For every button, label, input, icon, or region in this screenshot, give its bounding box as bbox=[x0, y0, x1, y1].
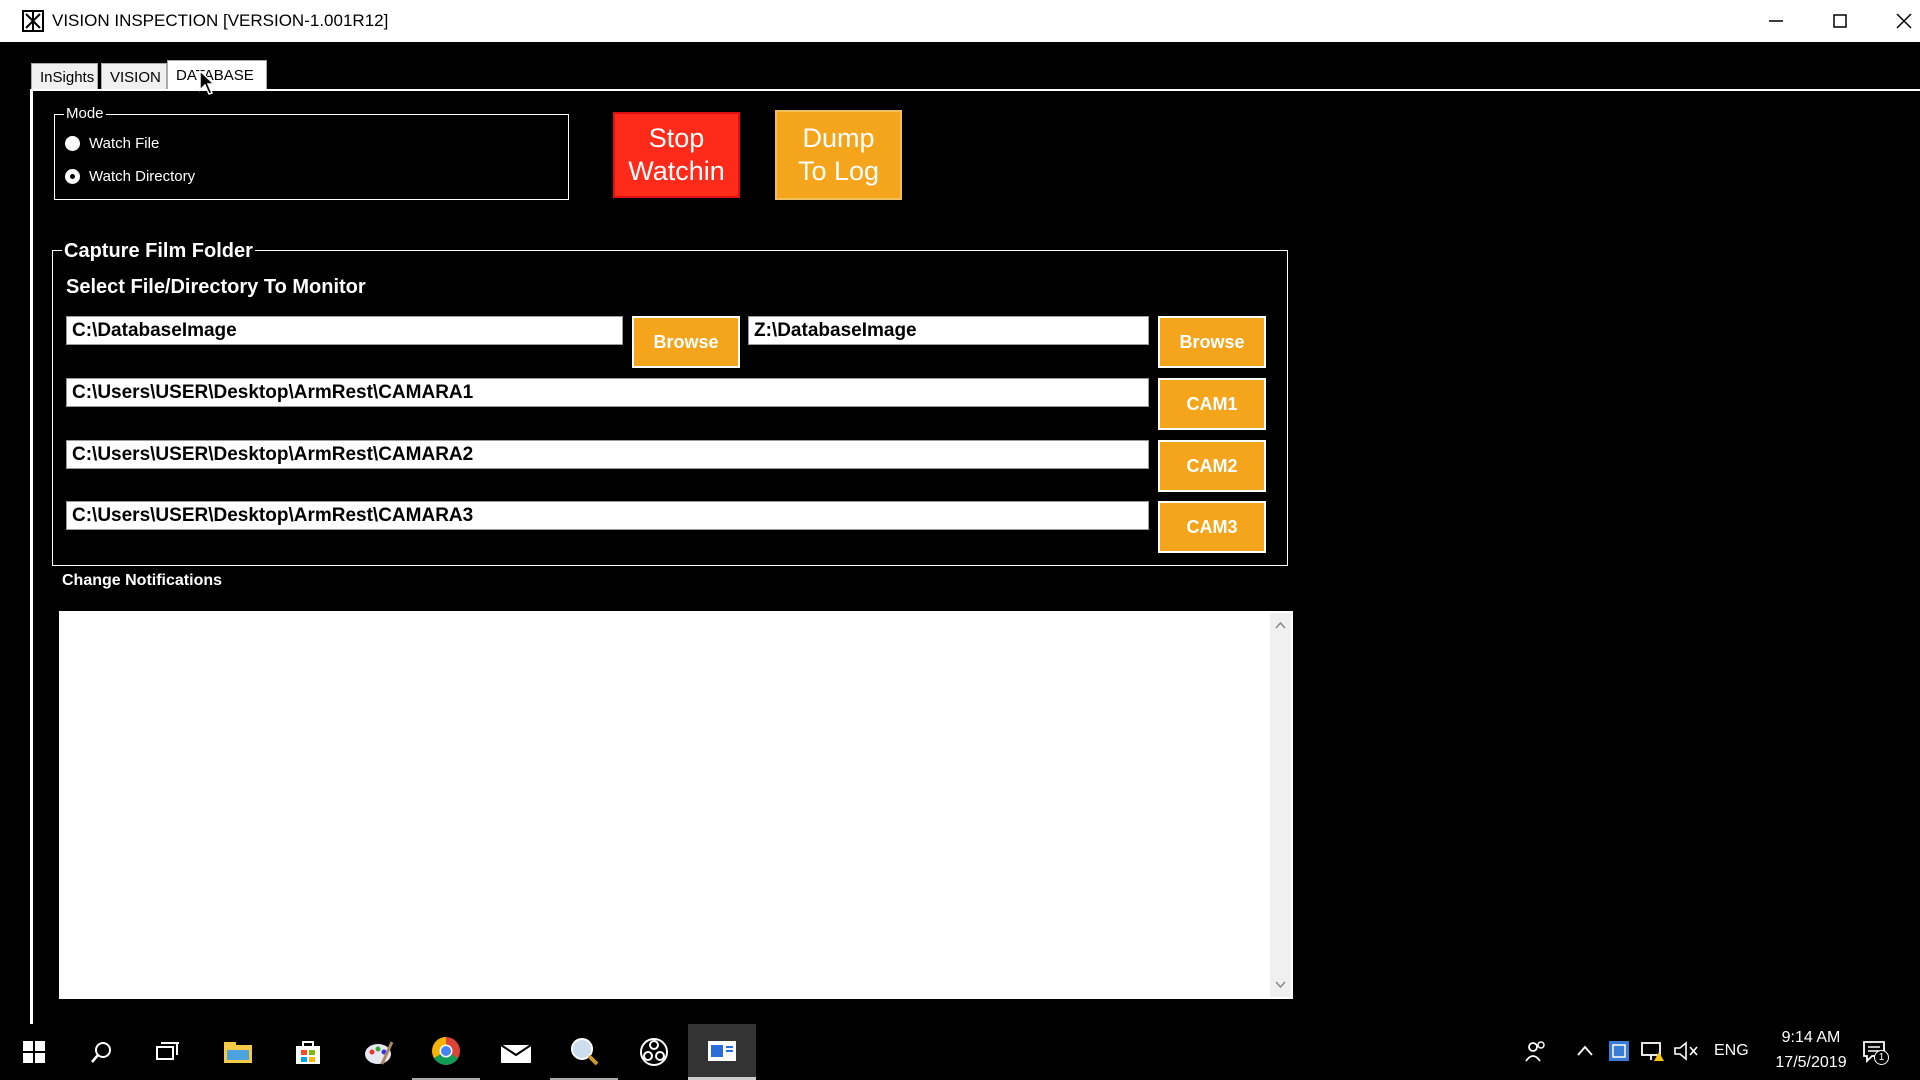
cam2-button[interactable]: CAM2 bbox=[1158, 440, 1266, 492]
cam3-button[interactable]: CAM3 bbox=[1158, 501, 1266, 553]
mouse-cursor-icon bbox=[199, 69, 216, 101]
paint-icon[interactable] bbox=[344, 1024, 412, 1080]
windows-start-icon[interactable] bbox=[0, 1024, 68, 1080]
tab-vision[interactable]: VISION bbox=[101, 63, 167, 90]
chevron-up-icon[interactable] bbox=[1576, 1044, 1594, 1063]
vision-app-icon[interactable] bbox=[688, 1024, 756, 1080]
notification-count-badge: 1 bbox=[1874, 1050, 1889, 1065]
network-warning-icon[interactable] bbox=[1640, 1040, 1664, 1067]
clock-time[interactable]: 9:14 AM bbox=[1768, 1029, 1854, 1047]
watch-file-radio[interactable] bbox=[65, 136, 80, 151]
maximize-button[interactable] bbox=[1808, 0, 1872, 42]
watch-file-label: Watch File bbox=[89, 135, 160, 152]
mail-icon[interactable] bbox=[482, 1024, 550, 1080]
local-path-field[interactable]: C:\DatabaseImage bbox=[66, 316, 623, 345]
tab-database[interactable]: DATABASE bbox=[167, 60, 267, 90]
browse-local-button[interactable]: Browse bbox=[632, 316, 740, 368]
cam1-path-field[interactable]: C:\Users\USER\Desktop\ArmRest\CAMARA1 bbox=[66, 378, 1149, 407]
store-icon[interactable] bbox=[274, 1024, 342, 1080]
cam1-button[interactable]: CAM1 bbox=[1158, 378, 1266, 430]
cam3-path-field[interactable]: C:\Users\USER\Desktop\ArmRest\CAMARA3 bbox=[66, 501, 1149, 530]
people-icon[interactable] bbox=[1524, 1040, 1546, 1067]
app-icon bbox=[22, 10, 44, 32]
title-bar: VISION INSPECTION [VERSION-1.001R12] bbox=[0, 0, 1920, 42]
clock-date[interactable]: 17/5/2019 bbox=[1763, 1054, 1859, 1072]
network-adapter-icon[interactable] bbox=[1608, 1040, 1630, 1067]
task-view-icon[interactable] bbox=[134, 1024, 202, 1080]
mode-legend: Mode bbox=[64, 105, 106, 122]
notifications-textarea[interactable] bbox=[59, 611, 1293, 999]
scroll-down-icon[interactable] bbox=[1275, 981, 1286, 989]
cam2-path-field[interactable]: C:\Users\USER\Desktop\ArmRest\CAMARA2 bbox=[66, 440, 1149, 469]
tab-insights[interactable]: InSights bbox=[31, 63, 98, 90]
file-explorer-icon[interactable] bbox=[204, 1024, 272, 1080]
close-button[interactable] bbox=[1872, 0, 1920, 42]
minimize-button[interactable] bbox=[1744, 0, 1808, 42]
window-title: VISION INSPECTION [VERSION-1.001R12] bbox=[52, 11, 389, 30]
obs-icon[interactable] bbox=[620, 1024, 688, 1080]
mode-groupbox bbox=[54, 114, 569, 200]
notifications-scrollbar[interactable] bbox=[1270, 613, 1291, 997]
search-icon[interactable] bbox=[68, 1024, 136, 1080]
watch-directory-label: Watch Directory bbox=[89, 168, 196, 185]
capture-legend: Capture Film Folder bbox=[62, 240, 255, 263]
capture-subtitle: Select File/Directory To Monitor bbox=[66, 276, 366, 298]
remote-path-field[interactable]: Z:\DatabaseImage bbox=[748, 316, 1149, 345]
panel-border bbox=[30, 89, 33, 1024]
maximize-icon bbox=[1833, 14, 1847, 28]
volume-muted-icon[interactable] bbox=[1674, 1041, 1698, 1066]
chrome-icon[interactable] bbox=[412, 1024, 480, 1080]
notifications-label: Change Notifications bbox=[62, 572, 223, 589]
minimize-icon bbox=[1769, 20, 1783, 22]
close-icon bbox=[1896, 13, 1912, 29]
scroll-up-icon[interactable] bbox=[1275, 621, 1286, 629]
dump-to-log-button[interactable]: Dump To Log bbox=[775, 110, 902, 200]
magnifier-icon[interactable] bbox=[550, 1024, 618, 1080]
language-indicator[interactable]: ENG bbox=[1714, 1042, 1749, 1060]
stop-watching-button[interactable]: Stop Watchin bbox=[613, 112, 740, 198]
watch-directory-radio[interactable] bbox=[65, 169, 80, 184]
browse-remote-button[interactable]: Browse bbox=[1158, 316, 1266, 368]
tab-divider bbox=[30, 89, 1920, 91]
action-center-icon[interactable]: 1 bbox=[1862, 1040, 1889, 1069]
